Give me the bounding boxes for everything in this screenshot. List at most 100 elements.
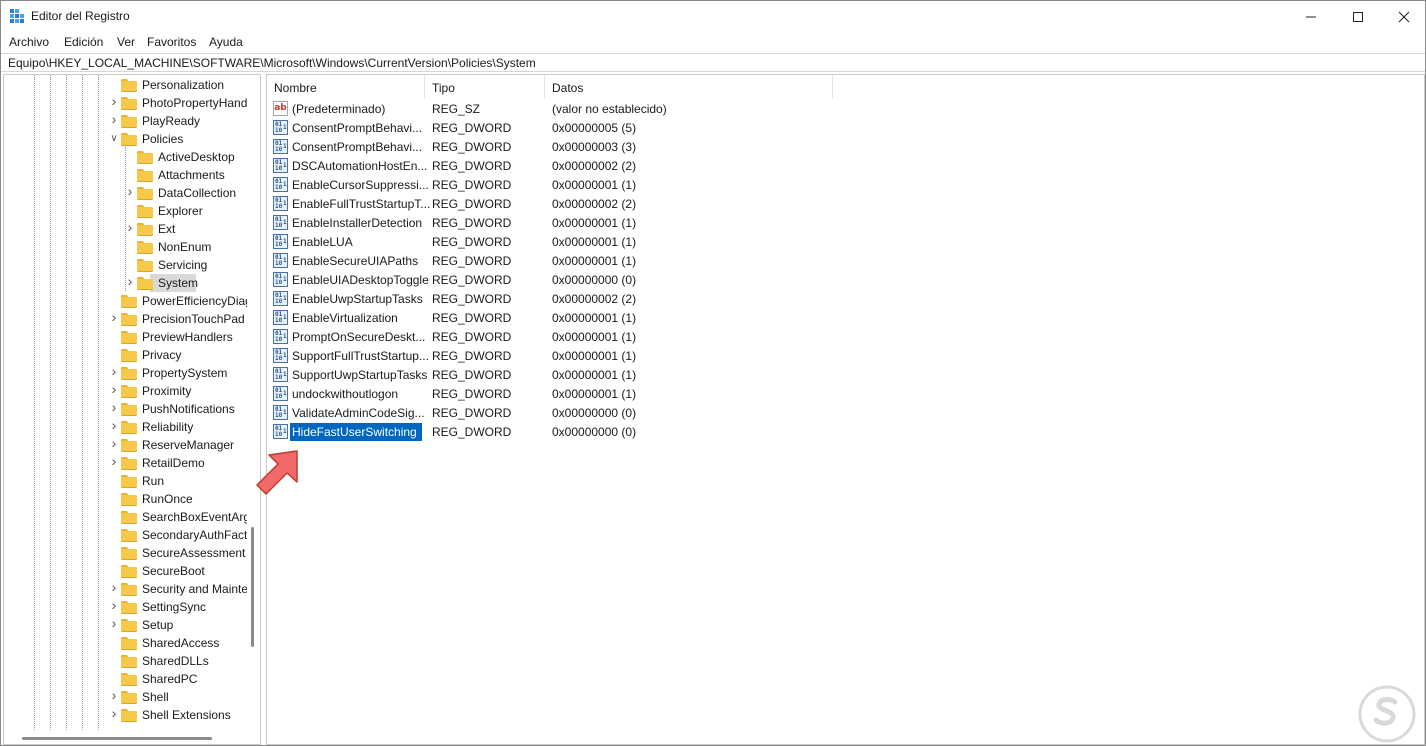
tree-vertical-scrollbar[interactable]: [251, 527, 254, 647]
value-row[interactable]: 01 10 1 EnableUIADesktopToggle REG_DWORD 0x00…: [267, 270, 1424, 289]
value-row[interactable]: 01 10 1 HideFastUserSwitching REG_DWORD 0x000…: [267, 422, 1424, 442]
menu-edicion[interactable]: Edición: [64, 35, 103, 49]
tree-item[interactable]: › Reliability: [4, 418, 247, 436]
chevron-right-icon[interactable]: ›: [109, 706, 119, 720]
value-row[interactable]: 01 10 1 EnableCursorSuppressi... REG_DWORD 0x…: [267, 175, 1424, 194]
value-row[interactable]: 01 10 1 ValidateAdminCodeSig... REG_DWORD 0x0…: [267, 403, 1424, 422]
value-row[interactable]: 01 10 1 EnableUwpStartupTasks REG_DWORD 0x000…: [267, 289, 1424, 308]
tree-item[interactable]: Privacy: [4, 346, 247, 364]
chevron-right-icon[interactable]: ›: [125, 184, 135, 198]
maximize-button[interactable]: [1334, 1, 1381, 32]
chevron-right-icon[interactable]: ›: [109, 400, 119, 414]
chevron-right-icon[interactable]: ›: [109, 436, 119, 450]
tree-item[interactable]: Attachments: [4, 166, 247, 184]
tree-item[interactable]: Run: [4, 472, 247, 490]
tree-item[interactable]: › RetailDemo: [4, 454, 247, 472]
tree-item[interactable]: › PrecisionTouchPad: [4, 310, 247, 328]
tree-item[interactable]: › Proximity: [4, 382, 247, 400]
tree-item[interactable]: SecureBoot: [4, 562, 247, 580]
chevron-right-icon[interactable]: ›: [109, 418, 119, 432]
menu-ayuda[interactable]: Ayuda: [209, 35, 243, 49]
chevron-right-icon[interactable]: ›: [109, 454, 119, 468]
tree-item[interactable]: › Security and Maintenance: [4, 580, 247, 598]
tree-item[interactable]: › DataCollection: [4, 184, 247, 202]
tree-item[interactable]: NonEnum: [4, 238, 247, 256]
tree-item[interactable]: SharedDLLs: [4, 652, 247, 670]
tree-item[interactable]: › Shell Extensions: [4, 706, 247, 724]
tree-item-label: SearchBoxEventArgsProvider: [142, 510, 247, 524]
tree-item[interactable]: SecureAssessment: [4, 544, 247, 562]
value-row[interactable]: 01 10 1 DSCAutomationHostEn... REG_DWORD 0x00…: [267, 156, 1424, 175]
chevron-right-icon[interactable]: ›: [109, 382, 119, 396]
chevron-right-icon[interactable]: ›: [125, 274, 135, 288]
tree-item[interactable]: ActiveDesktop: [4, 148, 247, 166]
value-name: ConsentPromptBehavi...: [292, 140, 423, 154]
tree-item-label: Policies: [142, 132, 184, 146]
chevron-right-icon[interactable]: ›: [109, 598, 119, 612]
menu-favoritos[interactable]: Favoritos: [147, 35, 196, 49]
chevron-right-icon[interactable]: ›: [109, 112, 119, 126]
tree-item[interactable]: › Shell: [4, 688, 247, 706]
value-row[interactable]: 01 10 1 EnableVirtualization REG_DWORD 0x0000…: [267, 308, 1424, 327]
tree-item[interactable]: › PlayReady: [4, 112, 247, 130]
values-list-pane[interactable]: Nombre Tipo Datos ab (Predeterminado) REG_…: [266, 74, 1425, 745]
tree-item[interactable]: PowerEfficiencyDiagnostics: [4, 292, 247, 310]
tree-item[interactable]: Servicing: [4, 256, 247, 274]
value-type: REG_DWORD: [432, 121, 512, 135]
tree-item[interactable]: PreviewHandlers: [4, 328, 247, 346]
value-row[interactable]: 01 10 1 SupportFullTrustStartup... REG_DWORD…: [267, 346, 1424, 365]
title-bar[interactable]: Editor del Registro: [1, 1, 1425, 32]
menu-archivo[interactable]: Archivo: [9, 35, 49, 49]
tree-item[interactable]: SearchBoxEventArgsProvider: [4, 508, 247, 526]
column-header-name[interactable]: Nombre: [267, 75, 425, 99]
value-row[interactable]: 01 10 1 undockwithoutlogon REG_DWORD 0x000000…: [267, 384, 1424, 403]
pointer-arrow-annotation: [256, 450, 298, 495]
value-row[interactable]: 01 10 1 ConsentPromptBehavi... REG_DWORD 0x00…: [267, 118, 1424, 137]
chevron-right-icon[interactable]: ›: [109, 688, 119, 702]
tree-item[interactable]: › System: [4, 274, 247, 292]
tree-item[interactable]: › Setup: [4, 616, 247, 634]
close-button[interactable]: [1380, 1, 1426, 32]
chevron-right-icon[interactable]: ›: [109, 580, 119, 594]
tree-item-label: SecureBoot: [142, 564, 205, 578]
tree-item[interactable]: Personalization: [4, 76, 247, 94]
minimize-button[interactable]: [1287, 1, 1334, 32]
tree-item[interactable]: SharedAccess: [4, 634, 247, 652]
column-header-data[interactable]: Datos: [545, 75, 833, 99]
tree-item[interactable]: › SettingSync: [4, 598, 247, 616]
chevron-right-icon[interactable]: ›: [109, 364, 119, 378]
value-row[interactable]: ab (Predeterminado) REG_SZ (valor no establ…: [267, 99, 1424, 118]
tree-item[interactable]: SharedPC: [4, 670, 247, 688]
address-path[interactable]: Equipo\HKEY_LOCAL_MACHINE\SOFTWARE\Micro…: [8, 56, 536, 70]
tree-item[interactable]: › Ext: [4, 220, 247, 238]
tree-item[interactable]: › PhotoPropertyHandler: [4, 94, 247, 112]
chevron-right-icon[interactable]: ›: [109, 616, 119, 630]
value-row[interactable]: 01 10 1 EnableInstallerDetection REG_DWORD 0x…: [267, 213, 1424, 232]
key-tree-pane[interactable]: Personalization › PhotoPropertyHandler › Pla…: [3, 74, 261, 745]
value-row[interactable]: 01 10 1 ConsentPromptBehavi... REG_DWORD 0x00…: [267, 137, 1424, 156]
value-row[interactable]: 01 10 1 EnableLUA REG_DWORD 0x00000001 (1): [267, 232, 1424, 251]
value-row[interactable]: 01 10 1 SupportUwpStartupTasks REG_DWORD 0x00…: [267, 365, 1424, 384]
tree-item[interactable]: ∨ Policies: [4, 130, 247, 148]
tree-horizontal-scrollbar[interactable]: [22, 737, 212, 740]
tree-item-label: ActiveDesktop: [158, 150, 235, 164]
chevron-right-icon[interactable]: ›: [125, 220, 135, 234]
value-name: DSCAutomationHostEn...: [292, 159, 428, 173]
column-header-type[interactable]: Tipo: [425, 75, 545, 99]
value-row[interactable]: 01 10 1 PromptOnSecureDeskt... REG_DWORD 0x00…: [267, 327, 1424, 346]
value-type: REG_DWORD: [432, 159, 512, 173]
value-name-edit-field[interactable]: HideFastUserSwitching: [289, 422, 423, 442]
tree-item[interactable]: › ReserveManager: [4, 436, 247, 454]
menu-ver[interactable]: Ver: [117, 35, 135, 49]
chevron-right-icon[interactable]: ›: [109, 310, 119, 324]
chevron-down-icon[interactable]: ∨: [109, 133, 119, 145]
address-bar[interactable]: Equipo\HKEY_LOCAL_MACHINE\SOFTWARE\Micro…: [1, 53, 1425, 72]
chevron-right-icon[interactable]: ›: [109, 94, 119, 108]
tree-item[interactable]: Explorer: [4, 202, 247, 220]
tree-item[interactable]: RunOnce: [4, 490, 247, 508]
value-row[interactable]: 01 10 1 EnableSecureUIAPaths REG_DWORD 0x0000…: [267, 251, 1424, 270]
value-row[interactable]: 01 10 1 EnableFullTrustStartupT... REG_DWORD…: [267, 194, 1424, 213]
tree-item[interactable]: SecondaryAuthFactor: [4, 526, 247, 544]
tree-item[interactable]: › PushNotifications: [4, 400, 247, 418]
tree-item[interactable]: › PropertySystem: [4, 364, 247, 382]
